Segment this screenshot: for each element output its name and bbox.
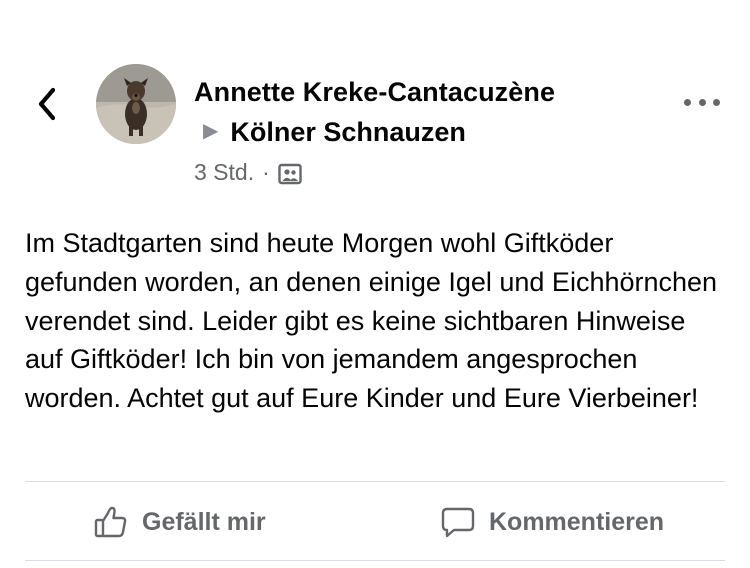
- comment-bubble-icon: [439, 503, 477, 541]
- like-button[interactable]: Gefällt mir: [92, 498, 266, 546]
- divider: [25, 481, 725, 482]
- chevron-left-icon: [38, 87, 56, 121]
- group-audience-icon[interactable]: [278, 162, 302, 185]
- dog-profile-photo: [96, 64, 176, 144]
- post-time[interactable]: 3 Std.: [194, 157, 254, 187]
- author-name[interactable]: Annette Kreke-Cantacuzène: [194, 75, 555, 109]
- triangle-right-icon: ▶: [203, 120, 219, 142]
- more-dots-icon: [684, 98, 691, 106]
- post-meta: 3 Std. ·: [194, 157, 302, 187]
- post-text: Im Stadtgarten sind heute Morgen wohl Gi…: [25, 228, 718, 414]
- avatar[interactable]: [96, 64, 176, 144]
- group-name[interactable]: Kölner Schnauzen: [230, 115, 466, 149]
- meta-separator: ·: [262, 159, 270, 185]
- divider: [25, 560, 725, 561]
- group-line: ▶ Kölner Schnauzen: [203, 115, 466, 149]
- thumbs-up-icon: [92, 503, 130, 541]
- like-label: Gefällt mir: [142, 507, 266, 536]
- more-dot: [713, 98, 720, 106]
- back-button[interactable]: [30, 84, 64, 124]
- more-options-button[interactable]: [684, 92, 720, 112]
- more-dot: [698, 98, 706, 106]
- comment-button[interactable]: Kommentieren: [439, 498, 664, 546]
- comment-label: Kommentieren: [489, 507, 665, 536]
